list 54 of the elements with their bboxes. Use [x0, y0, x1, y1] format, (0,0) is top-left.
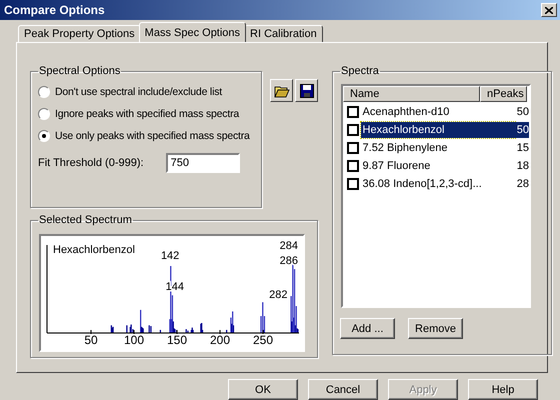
peak-count: 50: [516, 104, 529, 120]
list-item[interactable]: 36.08 Indeno[1,2,3-cd]...: [360, 176, 515, 192]
group-title: Selected Spectrum: [38, 214, 133, 226]
axis-tick-label: 200: [210, 333, 230, 346]
list-item[interactable]: 7.52 Biphenylene: [360, 140, 515, 156]
compound-name: Hexachlorbenzol: [53, 244, 135, 256]
checkbox[interactable]: [347, 178, 359, 190]
checkbox[interactable]: [347, 106, 359, 118]
axis-tick-label: 250: [252, 333, 274, 346]
peak-label: 282: [269, 289, 288, 301]
group-title: Spectral Options: [38, 65, 122, 77]
radio-label: Don't use spectral include/exclude list: [55, 86, 222, 98]
radio-option[interactable]: Don't use spectral include/exclude list: [38, 81, 254, 103]
list-button[interactable]: Add ...: [340, 318, 395, 339]
field-label: Fit Threshold (0-999):: [38, 157, 144, 169]
tab[interactable]: Peak Property Options: [18, 25, 141, 42]
radio-button[interactable]: [38, 86, 50, 98]
axis-tick-label: 50: [84, 333, 98, 346]
window-title: Compare Options: [4, 3, 105, 17]
checkbox[interactable]: [347, 142, 359, 154]
axis-tick-label: 100: [124, 333, 144, 346]
peak-count: 15: [516, 140, 529, 156]
peak-count: 50: [514, 122, 529, 138]
list-button[interactable]: Remove: [408, 318, 463, 339]
peak-label: 142: [160, 250, 180, 262]
input-field[interactable]: 750: [166, 153, 240, 173]
close-icon: [545, 6, 553, 14]
peak-count: 18: [516, 158, 529, 174]
radio-button[interactable]: [38, 130, 50, 142]
group-title: Spectra: [340, 65, 380, 77]
dialog-button[interactable]: Cancel: [308, 379, 378, 400]
list-item[interactable]: 9.87 Fluorene: [360, 158, 515, 174]
list-item[interactable]: Hexachlorbenzol: [360, 122, 515, 138]
peak-count: 28: [516, 176, 529, 192]
dialog-button[interactable]: Help: [468, 379, 538, 400]
tab[interactable]: Mass Spec Options: [138, 22, 246, 42]
radio-label: Use only peaks with specified mass spectra: [55, 130, 250, 142]
radio-option[interactable]: Use only peaks with specified mass spectra: [38, 125, 254, 147]
list-item[interactable]: Acenaphthen-d10: [360, 104, 515, 120]
column-header[interactable]: nPeaks: [480, 86, 527, 102]
checkbox[interactable]: [347, 160, 359, 172]
peak-label: 284: [280, 240, 298, 252]
column-header[interactable]: Name: [343, 86, 480, 102]
radio-label: Ignore peaks with specified mass spectra: [55, 108, 240, 120]
open-button[interactable]: [270, 79, 293, 102]
folder-icon: [274, 84, 290, 98]
axis-tick-label: 150: [166, 333, 188, 346]
close-button[interactable]: [541, 3, 557, 17]
checkbox[interactable]: [347, 124, 359, 136]
dialog-button[interactable]: OK: [228, 379, 298, 400]
tab[interactable]: RI Calibration: [244, 25, 323, 42]
radio-option[interactable]: Ignore peaks with specified mass spectra: [38, 103, 254, 125]
radio-button[interactable]: [38, 108, 50, 120]
save-button[interactable]: [295, 79, 318, 102]
